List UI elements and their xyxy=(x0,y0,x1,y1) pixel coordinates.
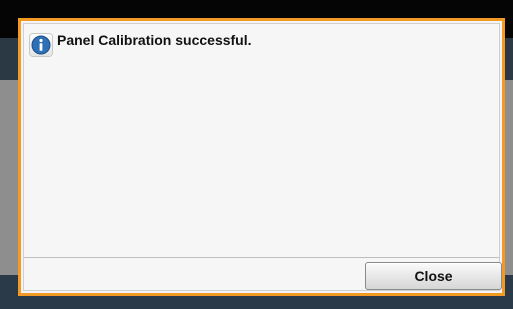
close-button[interactable]: Close xyxy=(365,262,502,290)
footer-divider xyxy=(24,257,499,258)
dialog-body: Panel Calibration successful. Close xyxy=(23,23,502,291)
dialog-message: Panel Calibration successful. xyxy=(57,32,252,48)
message-dialog: Panel Calibration successful. Close xyxy=(18,18,505,296)
info-icon xyxy=(30,34,52,56)
